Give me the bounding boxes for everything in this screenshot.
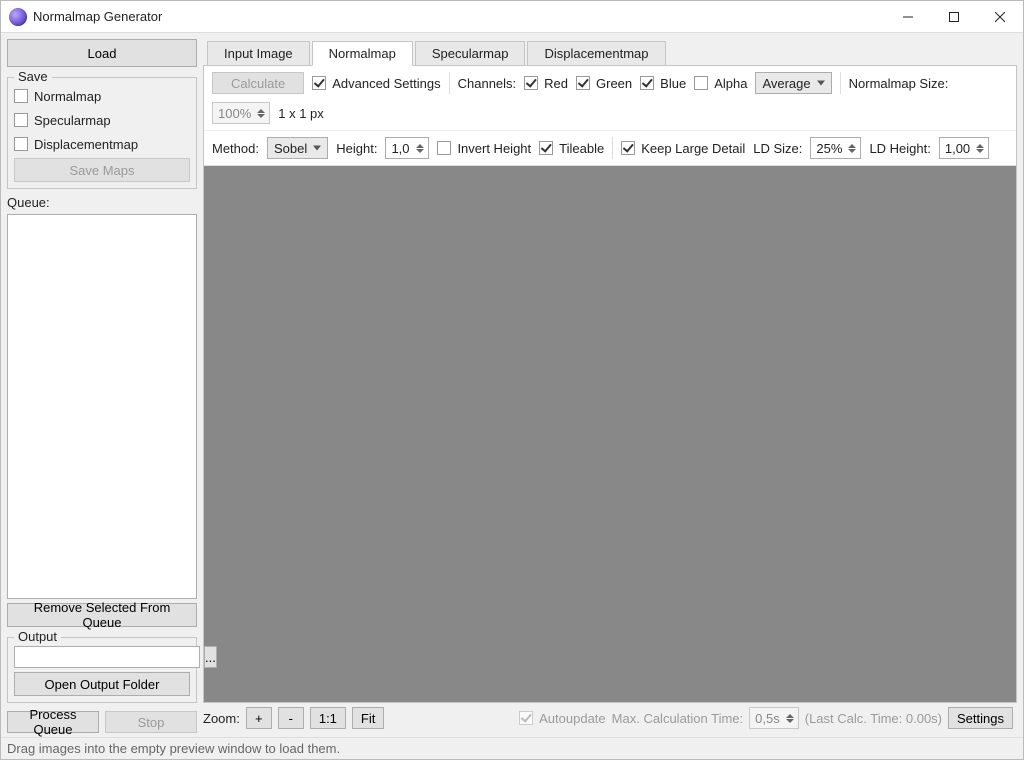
specularmap-check[interactable] [14,113,28,127]
window-title: Normalmap Generator [33,9,162,24]
channel-green-checkbox[interactable]: Green [576,73,632,93]
method-select[interactable]: Sobel [267,137,328,159]
zoom-in-button[interactable]: + [246,707,272,729]
left-panel: Load Save Normalmap Specularmap [7,39,197,733]
alpha-mode-select[interactable]: Average [755,72,831,94]
minimize-button[interactable] [885,1,931,33]
displacementmap-check[interactable] [14,137,28,151]
process-queue-button[interactable]: Process Queue [7,711,99,733]
tab-input-image[interactable]: Input Image [207,41,310,65]
channels-label: Channels: [458,76,517,91]
save-group: Save Normalmap Specularmap Displaceme [7,77,197,189]
toolbar-row-2: Method: Sobel Height: 1,0 Invert Height … [204,131,1016,166]
maximize-button[interactable] [931,1,977,33]
open-output-folder-button[interactable]: Open Output Folder [14,672,190,696]
tab-panel: Calculate Advanced Settings Channels: Re… [203,65,1017,703]
tab-normalmap[interactable]: Normalmap [312,41,413,66]
calculate-button[interactable]: Calculate [212,72,304,94]
tab-bar: Input Image Normalmap Specularmap Displa… [203,39,1017,65]
queue-label: Queue: [7,195,197,210]
stop-button[interactable]: Stop [105,711,197,733]
advanced-check[interactable] [312,76,326,90]
normalmap-size-px: 1 x 1 px [278,106,324,121]
keep-large-detail-checkbox[interactable]: Keep Large Detail [621,138,745,158]
channel-blue-checkbox[interactable]: Blue [640,73,686,93]
save-normalmap-checkbox[interactable]: Normalmap [14,86,190,106]
advanced-settings-checkbox[interactable]: Advanced Settings [312,73,440,93]
load-button[interactable]: Load [7,39,197,67]
save-specularmap-checkbox[interactable]: Specularmap [14,110,190,130]
normalmap-size-label: Normalmap Size: [849,76,949,91]
ld-height-spinner[interactable]: 1,00 [939,137,989,159]
output-path-input[interactable] [14,646,200,668]
ld-size-spinner[interactable]: 25% [810,137,861,159]
height-spinner[interactable]: 1,0 [385,137,429,159]
footer-bar: Zoom: + - 1:1 Fit Autoupdate Max. Calcul… [203,703,1017,733]
max-calc-label: Max. Calculation Time: [612,711,744,726]
close-button[interactable] [977,1,1023,33]
save-group-title: Save [14,69,52,84]
tab-specularmap[interactable]: Specularmap [415,41,526,65]
status-bar: Drag images into the empty preview windo… [1,737,1023,759]
remove-from-queue-button[interactable]: Remove Selected From Queue [7,603,197,627]
method-label: Method: [212,141,259,156]
title-bar: Normalmap Generator [1,1,1023,33]
toolbar-row-1: Calculate Advanced Settings Channels: Re… [204,66,1016,131]
zoom-label: Zoom: [203,711,240,726]
browse-output-button[interactable]: ... [204,646,217,668]
output-group: Output ... Open Output Folder [7,637,197,703]
autoupdate-checkbox[interactable]: Autoupdate [519,708,606,728]
ld-height-label: LD Height: [869,141,930,156]
tileable-checkbox[interactable]: Tileable [539,138,604,158]
ld-size-label: LD Size: [753,141,802,156]
output-group-title: Output [14,629,61,644]
save-displacementmap-checkbox[interactable]: Displacementmap [14,134,190,154]
preview-canvas[interactable] [204,166,1016,702]
normalmap-size-spinner[interactable]: 100% [212,102,270,124]
tab-displacementmap[interactable]: Displacementmap [527,41,665,65]
channel-alpha-checkbox[interactable]: Alpha [694,73,747,93]
zoom-out-button[interactable]: - [278,707,304,729]
status-text: Drag images into the empty preview windo… [7,741,340,756]
height-label: Height: [336,141,377,156]
save-maps-button[interactable]: Save Maps [14,158,190,182]
app-icon [9,8,27,26]
channel-red-checkbox[interactable]: Red [524,73,568,93]
window: Normalmap Generator Load Save Normal [0,0,1024,760]
zoom-fit-button[interactable]: Fit [352,707,384,729]
right-panel: Input Image Normalmap Specularmap Displa… [203,39,1017,733]
queue-list[interactable] [7,214,197,599]
settings-button[interactable]: Settings [948,707,1013,729]
invert-height-checkbox[interactable]: Invert Height [437,138,531,158]
last-calc-time: (Last Calc. Time: 0.00s) [805,711,942,726]
max-calc-spinner[interactable]: 0,5s [749,707,799,729]
zoom-1to1-button[interactable]: 1:1 [310,707,346,729]
normalmap-check[interactable] [14,89,28,103]
